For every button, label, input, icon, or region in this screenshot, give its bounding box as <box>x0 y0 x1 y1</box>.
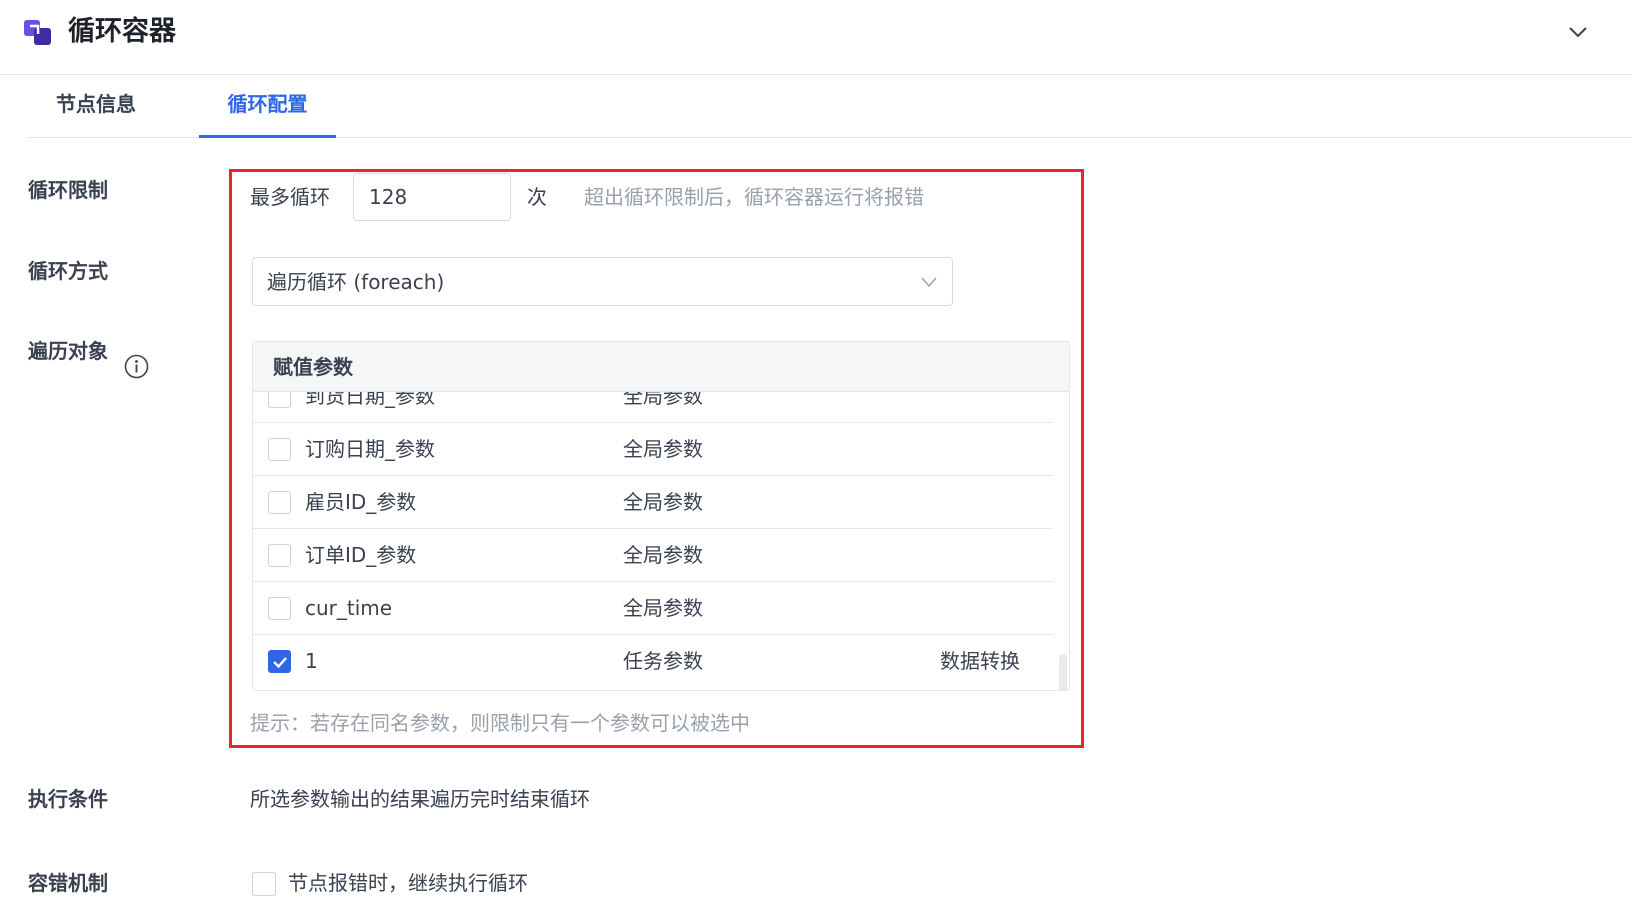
check-icon <box>273 657 287 669</box>
param-name: 订购日期_参数 <box>305 437 435 461</box>
table-header-label: 赋值参数 <box>273 355 353 379</box>
loop-container-logo <box>24 20 51 45</box>
page-title: 循环容器 <box>68 16 176 47</box>
param-scope: 全局参数 <box>623 543 703 567</box>
fault-tolerance-label: 容错机制 <box>28 871 108 895</box>
row-checkbox[interactable] <box>268 491 291 514</box>
loop-mode-label: 循环方式 <box>28 259 108 283</box>
param-scope: 全局参数 <box>623 392 703 408</box>
table-row[interactable]: 订单ID_参数 全局参数 <box>253 529 1053 582</box>
table-row[interactable]: cur_time 全局参数 <box>253 582 1053 635</box>
param-scope: 全局参数 <box>623 596 703 620</box>
param-name: 到货日期_参数 <box>305 392 435 408</box>
param-name: cur_time <box>305 596 393 620</box>
chevron-down-icon <box>921 277 937 288</box>
table-row[interactable]: 1 任务参数 数据转换 <box>253 635 1053 688</box>
max-loop-suffix: 次 <box>527 185 547 209</box>
tab-bar: 节点信息 循环配置 <box>28 75 1632 138</box>
row-checkbox[interactable] <box>268 438 291 461</box>
param-scope: 全局参数 <box>623 490 703 514</box>
param-scope: 全局参数 <box>623 437 703 461</box>
param-table: 赋值参数 到货日期_参数 全局参数 订购日期_参数 全局参数 雇员ID_参数 全… <box>252 341 1070 691</box>
param-name: 1 <box>305 649 318 673</box>
exec-condition-label: 执行条件 <box>28 787 108 811</box>
table-scrollbar[interactable] <box>1059 654 1067 690</box>
row-checkbox[interactable] <box>268 544 291 567</box>
table-row[interactable]: 订购日期_参数 全局参数 <box>253 423 1053 476</box>
table-row[interactable]: 到货日期_参数 全局参数 <box>253 392 1053 423</box>
param-name: 订单ID_参数 <box>305 543 417 567</box>
table-header: 赋值参数 <box>253 342 1069 392</box>
continue-on-error-checkbox[interactable] <box>252 872 276 896</box>
table-body[interactable]: 到货日期_参数 全局参数 订购日期_参数 全局参数 雇员ID_参数 全局参数 订… <box>253 392 1069 690</box>
info-icon[interactable] <box>124 354 149 379</box>
param-name: 雇员ID_参数 <box>305 490 417 514</box>
param-source: 数据转换 <box>940 649 1020 673</box>
row-checkbox[interactable] <box>268 392 291 408</box>
param-scope: 任务参数 <box>623 649 703 673</box>
tab-node-info[interactable]: 节点信息 <box>28 75 164 138</box>
same-name-tip: 提示：若存在同名参数，则限制只有一个参数可以被选中 <box>250 711 750 735</box>
table-row[interactable]: 雇员ID_参数 全局参数 <box>253 476 1053 529</box>
loop-limit-hint: 超出循环限制后，循环容器运行将报错 <box>584 185 924 209</box>
max-loop-input[interactable]: 128 <box>353 173 511 221</box>
loop-limit-label: 循环限制 <box>28 178 108 202</box>
loop-mode-select[interactable]: 遍历循环 (foreach) <box>252 257 953 306</box>
iterate-target-label: 遍历对象 <box>28 339 108 363</box>
loop-mode-value: 遍历循环 (foreach) <box>267 270 445 294</box>
panel-header: 循环容器 <box>0 0 1632 75</box>
continue-on-error-label: 节点报错时，继续执行循环 <box>288 871 528 895</box>
chevron-down-icon[interactable] <box>1566 20 1590 44</box>
row-checkbox-checked[interactable] <box>268 650 291 673</box>
exec-condition-value: 所选参数输出的结果遍历完时结束循环 <box>250 787 590 811</box>
tab-loop-config[interactable]: 循环配置 <box>199 75 336 138</box>
max-loop-prefix: 最多循环 <box>250 185 330 209</box>
row-checkbox[interactable] <box>268 597 291 620</box>
